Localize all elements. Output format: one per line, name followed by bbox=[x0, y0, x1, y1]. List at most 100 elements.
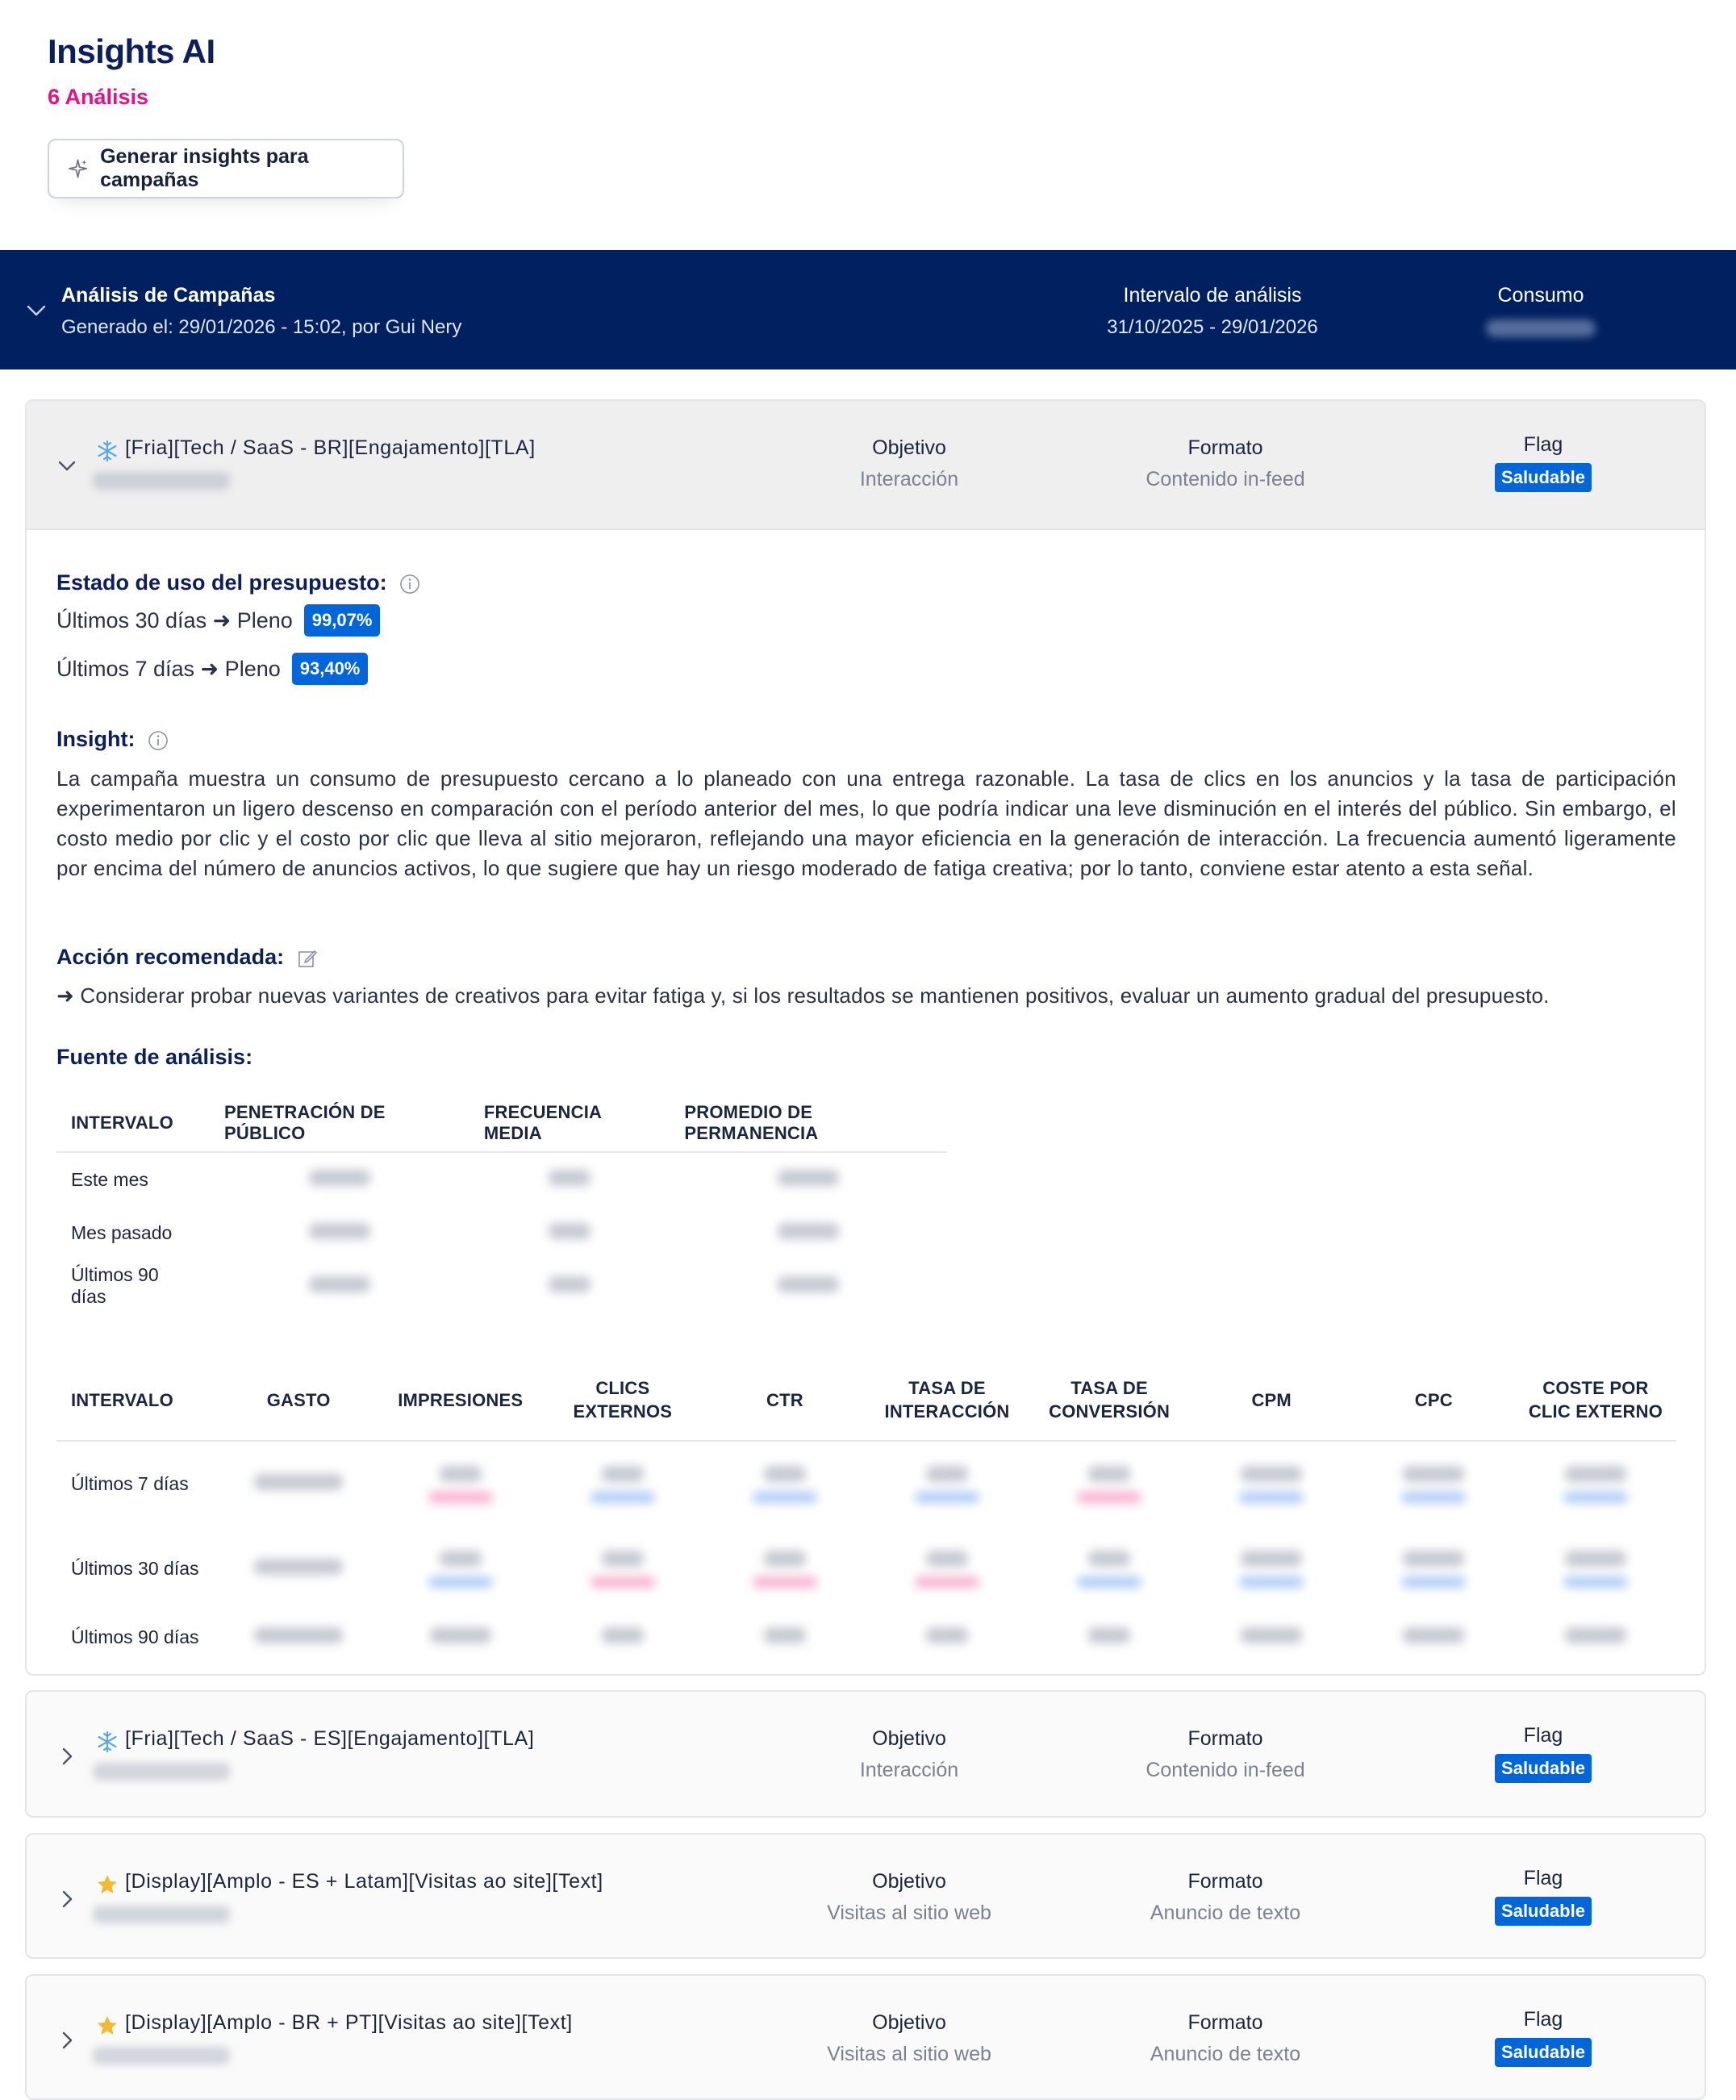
redacted-value bbox=[763, 1626, 806, 1643]
redacted-delta bbox=[1077, 1576, 1142, 1588]
insight-title: Insight: bbox=[56, 727, 169, 752]
redacted-value bbox=[549, 1169, 591, 1186]
campaign-card[interactable]: [Display][Amplo - BR + PT][Visitas ao si… bbox=[25, 1974, 1706, 2100]
row-label: Últimos 7 días bbox=[71, 1473, 189, 1494]
snowflake-icon bbox=[98, 1731, 117, 1753]
edit-icon[interactable] bbox=[297, 948, 318, 969]
table-header: TASA DE CONVERSIÓN bbox=[1028, 1359, 1191, 1442]
redacted-value bbox=[1241, 1626, 1303, 1643]
table-header: FRECUENCIA MEDIA bbox=[469, 1095, 670, 1153]
flag-label: Flag bbox=[1523, 1867, 1563, 1889]
campaign-card[interactable]: [Display][Amplo - ES + Latam][Visitas ao… bbox=[25, 1833, 1706, 1959]
redacted-value bbox=[1564, 1466, 1626, 1482]
table-header: CLICS EXTERNOS bbox=[541, 1359, 704, 1442]
redacted-value bbox=[254, 1626, 344, 1643]
budget-30-days: Últimos 30 días ➜ Pleno 99,07% bbox=[56, 604, 381, 637]
insight-text: La campaña muestra un consumo de presupu… bbox=[56, 766, 1676, 880]
campaign-header[interactable]: [Display][Amplo - ES + Latam][Visitas ao… bbox=[27, 1835, 1705, 1957]
redacted-value bbox=[601, 1550, 644, 1567]
info-icon[interactable] bbox=[148, 730, 169, 751]
redacted-value bbox=[778, 1275, 840, 1292]
budget-7-days: Últimos 7 días ➜ Pleno 93,40% bbox=[56, 653, 369, 685]
table-header: CPC bbox=[1352, 1359, 1515, 1442]
budget-title-text: Estado de uso del presupuesto: bbox=[56, 570, 387, 595]
campaign-name: [Fria][Tech / SaaS - BR][Engajamento][TL… bbox=[125, 436, 536, 459]
format-label: Formato bbox=[1187, 436, 1263, 459]
campaign-header[interactable]: [Fria][Tech / SaaS - ES][Engajamento][TL… bbox=[27, 1692, 1705, 1816]
redacted-value bbox=[1403, 1466, 1465, 1482]
campaign-header[interactable]: [Fria][Tech / SaaS - BR][Engajamento][TL… bbox=[27, 401, 1705, 530]
redacted-value bbox=[254, 1558, 344, 1575]
redacted-value bbox=[1241, 1550, 1303, 1567]
table-header-row: INTERVALO GASTO IMPRESIONES CLICS EXTERN… bbox=[56, 1359, 1676, 1442]
page-title: Insights AI bbox=[48, 32, 215, 70]
objective-value: Interacción bbox=[859, 468, 959, 491]
budget-title: Estado de uso del presupuesto: bbox=[56, 570, 420, 595]
campaign-id-redacted bbox=[93, 472, 230, 490]
redacted-value bbox=[763, 1466, 806, 1482]
redacted-value bbox=[1088, 1466, 1131, 1482]
format-label: Formato bbox=[1187, 1870, 1263, 1893]
campaign-id-redacted bbox=[93, 2047, 230, 2065]
chevron-right-icon[interactable] bbox=[56, 1745, 78, 1768]
analysis-count: 6 Análisis bbox=[48, 85, 149, 109]
table-row: Mes pasado bbox=[56, 1206, 947, 1259]
redacted-value bbox=[308, 1275, 370, 1292]
redacted-delta bbox=[1239, 1492, 1304, 1503]
consumption-label: Consumo bbox=[1497, 284, 1584, 307]
objective-value: Visitas al sitio web bbox=[827, 2043, 991, 2065]
chevron-right-icon[interactable] bbox=[56, 2029, 78, 2052]
redacted-value bbox=[1088, 1626, 1131, 1643]
chevron-down-icon[interactable] bbox=[56, 454, 78, 477]
redacted-value bbox=[926, 1626, 969, 1643]
status-badge: Saludable bbox=[1495, 1754, 1592, 1783]
status-badge: Saludable bbox=[1495, 2038, 1592, 2067]
campaign-format: Formato Contenido in-feed bbox=[1080, 436, 1371, 491]
status-badge: Saludable bbox=[1495, 463, 1592, 492]
redacted-value bbox=[429, 1626, 491, 1643]
banner-title: Análisis de Campañas bbox=[61, 284, 276, 307]
star-icon bbox=[98, 2016, 117, 2035]
campaign-name: [Fria][Tech / SaaS - ES][Engajamento][TL… bbox=[125, 1727, 535, 1750]
table-header: IMPRESIONES bbox=[379, 1359, 542, 1442]
campaign-flag: Flag Saludable bbox=[1398, 2008, 1688, 2067]
table-header: CTR bbox=[703, 1359, 866, 1442]
redacted-value bbox=[926, 1550, 969, 1567]
chevron-right-icon[interactable] bbox=[56, 1888, 78, 1910]
table-header: PENETRACIÓN DE PÚBLICO bbox=[210, 1095, 469, 1153]
objective-label: Objetivo bbox=[872, 1870, 946, 1893]
redacted-value bbox=[549, 1275, 591, 1292]
campaign-format: Formato Anuncio de texto bbox=[1080, 1870, 1371, 1925]
campaign-flag: Flag Saludable bbox=[1398, 433, 1688, 492]
campaign-card[interactable]: [Fria][Tech / SaaS - ES][Engajamento][TL… bbox=[25, 1690, 1706, 1818]
campaign-format: Formato Contenido in-feed bbox=[1080, 1727, 1371, 1782]
row-label: Este mes bbox=[71, 1168, 148, 1190]
table-row: Últimos 7 días bbox=[56, 1441, 1676, 1526]
consumption-value-redacted bbox=[1486, 319, 1596, 337]
redacted-value bbox=[1564, 1626, 1626, 1643]
table-header-row: INTERVALO PENETRACIÓN DE PÚBLICO FRECUEN… bbox=[56, 1095, 947, 1153]
table-row: Este mes bbox=[56, 1152, 947, 1206]
redacted-value bbox=[1564, 1550, 1626, 1567]
redacted-delta bbox=[1563, 1576, 1628, 1588]
redacted-value bbox=[254, 1474, 344, 1490]
campaign-detail: Estado de uso del presupuesto: Últimos 3… bbox=[27, 530, 1705, 1674]
redacted-value bbox=[1403, 1626, 1465, 1643]
objective-value: Visitas al sitio web bbox=[827, 1902, 991, 1924]
objective-label: Objetivo bbox=[872, 1727, 946, 1750]
format-value: Contenido in-feed bbox=[1146, 1759, 1305, 1781]
format-label: Formato bbox=[1187, 1727, 1263, 1750]
format-value: Anuncio de texto bbox=[1150, 2043, 1301, 2065]
generate-insights-button[interactable]: Generar insights para campañas bbox=[48, 139, 404, 198]
campaign-header[interactable]: [Display][Amplo - BR + PT][Visitas ao si… bbox=[27, 1976, 1705, 2098]
objective-label: Objetivo bbox=[872, 436, 946, 459]
table-header: PROMEDIO DE PERMANENCIA bbox=[670, 1095, 947, 1153]
chevron-down-icon[interactable] bbox=[24, 299, 48, 323]
info-icon[interactable] bbox=[399, 574, 420, 595]
redacted-delta bbox=[1239, 1576, 1304, 1588]
action-title-text: Acción recomendada: bbox=[56, 945, 285, 969]
analysis-banner[interactable]: Análisis de Campañas Generado el: 29/01/… bbox=[0, 250, 1736, 369]
row-label: Mes pasado bbox=[71, 1221, 173, 1243]
redacted-value bbox=[549, 1222, 591, 1239]
star-icon bbox=[98, 1875, 117, 1893]
